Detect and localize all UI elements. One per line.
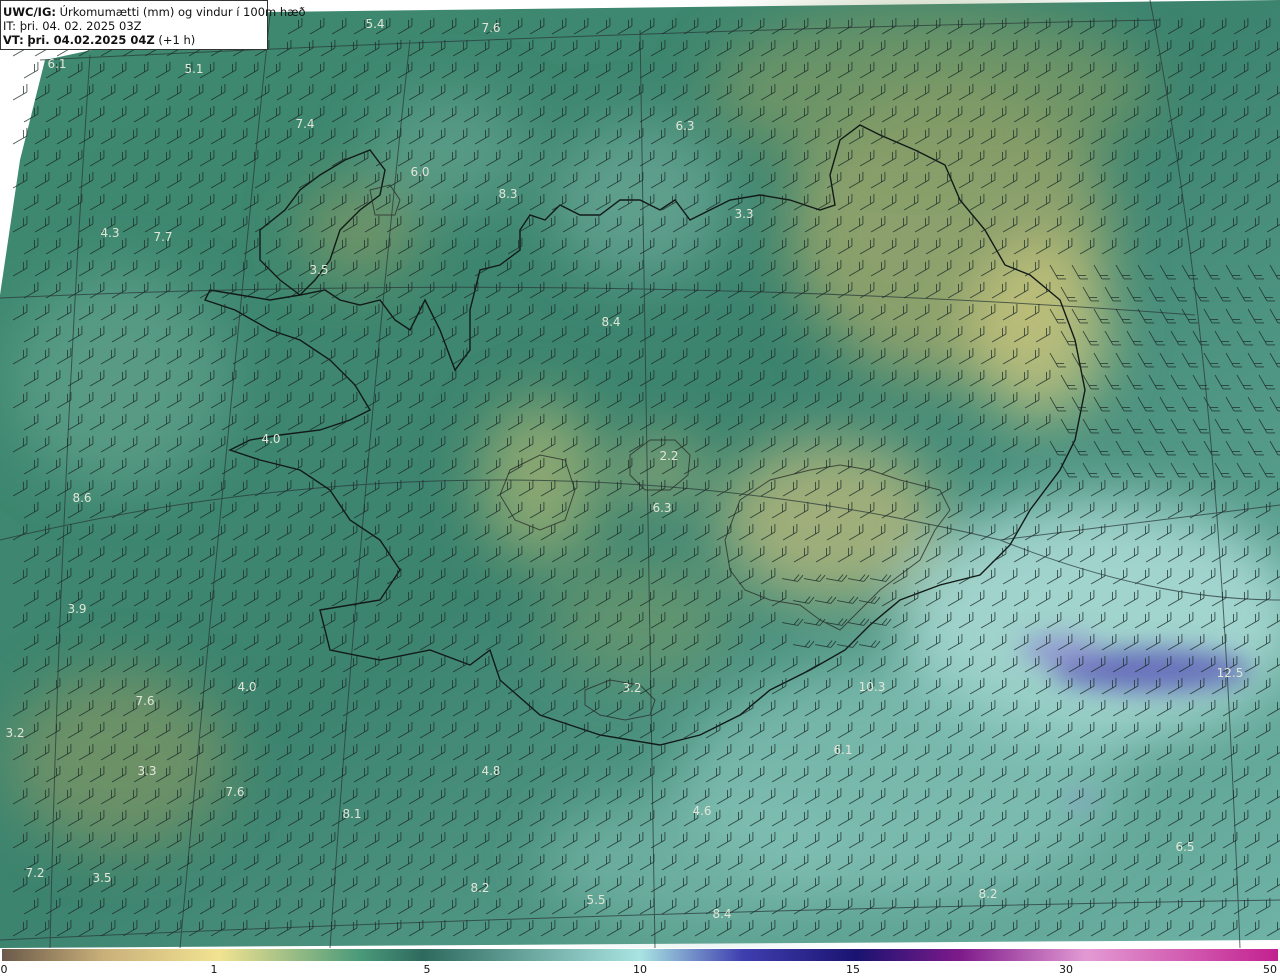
value-label: 4.6 (692, 804, 711, 818)
colorbar-tick-label: 50 (1263, 963, 1277, 976)
value-label: 3.3 (137, 764, 156, 778)
value-label: 7.6 (225, 785, 244, 799)
value-label: 5.4 (365, 17, 384, 31)
value-label: 4.0 (237, 680, 256, 694)
value-label: 2.2 (659, 449, 678, 463)
value-label: 3.2 (5, 726, 24, 740)
value-label: 6.5 (1175, 840, 1194, 854)
value-label: 8.1 (342, 807, 361, 821)
precipitation-map[interactable]: 5.4 7.6 6.1 5.1 7.4 6.3 6.0 8.3 3.3 4.3 7.7 3.5 8.4 4… (0, 0, 1280, 948)
map-header: UWC/IG: Úrkomumætti (mm) og vindur í 100… (0, 0, 306, 50)
value-label: 3.5 (92, 871, 111, 885)
colorbar-gradient (2, 949, 1278, 961)
value-label: 7.2 (25, 866, 44, 880)
colorbar (2, 949, 1278, 961)
model-name: UWC/IG: (3, 5, 56, 19)
init-time-prefix: IT: (3, 19, 17, 33)
colorbar-tick-label: 5 (423, 963, 431, 976)
colorbar-tick-label: 1 (210, 963, 218, 976)
init-time: þri. 04. 02. 2025 03Z (19, 19, 142, 33)
value-label: 8.6 (72, 491, 91, 505)
valid-time-offset: (+1 h) (158, 33, 196, 47)
value-label: 7.4 (295, 117, 314, 131)
value-label: 12.5 (1217, 666, 1244, 680)
value-label: 6.1 (47, 57, 66, 71)
value-label: 4.8 (481, 764, 500, 778)
value-label: 7.6 (135, 694, 154, 708)
value-label: 8.3 (498, 187, 517, 201)
colorbar-tick-label: 30 (1059, 963, 1073, 976)
value-label: 5.5 (586, 893, 605, 907)
value-label: 3.5 (309, 263, 328, 277)
value-label: 6.3 (652, 501, 671, 515)
colorbar-tick-label: 15 (846, 963, 860, 976)
colorbar-tick-label: 10 (633, 963, 647, 976)
value-label: 6.3 (675, 119, 694, 133)
value-label: 3.2 (622, 681, 641, 695)
value-label: 6.0 (410, 165, 429, 179)
value-label: 8.2 (470, 881, 489, 895)
value-label: 6.1 (833, 743, 852, 757)
value-label: 4.3 (100, 226, 119, 240)
value-label: 10.3 (859, 680, 886, 694)
field-description: Úrkomumætti (mm) og vindur í 100m hæð (59, 5, 306, 19)
value-label: 8.4 (601, 315, 620, 329)
colorbar-tick-label: 0 (0, 963, 8, 976)
value-label: 7.7 (153, 230, 172, 244)
value-label: 4.0 (261, 432, 280, 446)
value-label: 8.2 (978, 887, 997, 901)
value-label: 5.1 (184, 62, 203, 76)
value-label: 8.4 (712, 907, 731, 921)
value-label: 7.6 (481, 21, 500, 35)
valid-time: þri. 04.02.2025 04Z (27, 33, 155, 47)
valid-time-prefix: VT: (3, 33, 24, 47)
value-label: 3.9 (67, 602, 86, 616)
value-label: 3.3 (734, 207, 753, 221)
